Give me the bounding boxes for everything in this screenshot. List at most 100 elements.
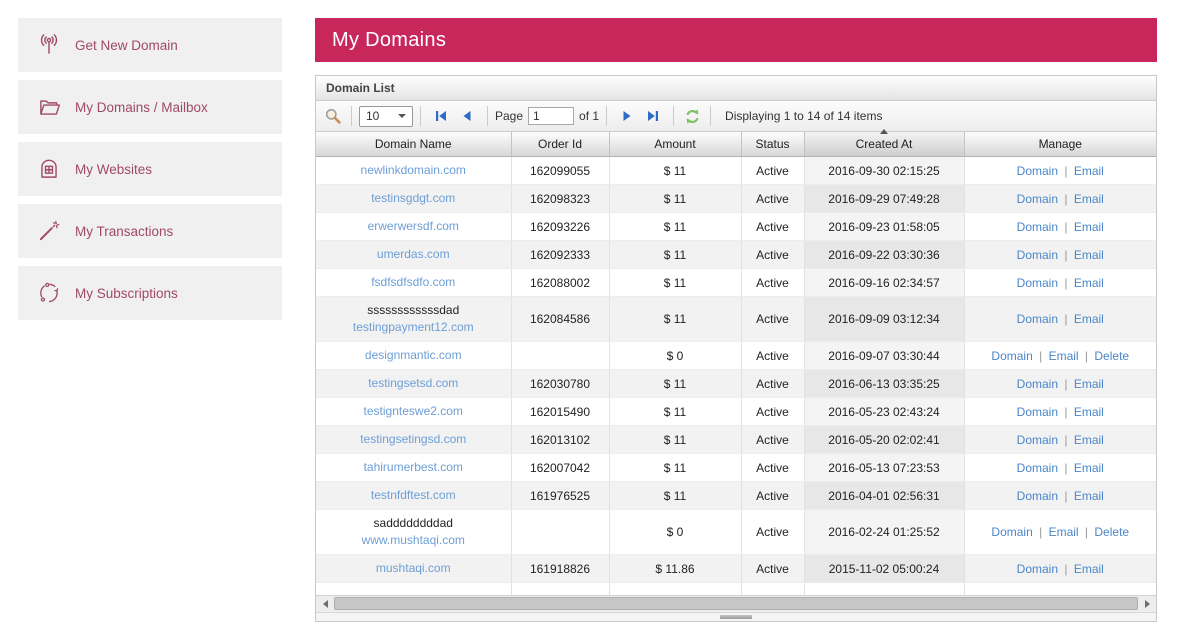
domain-link[interactable]: testingpayment12.com xyxy=(320,319,507,336)
order-id-cell: 162093226 xyxy=(511,213,609,241)
manage-domain-link[interactable]: Domain xyxy=(1017,276,1058,290)
manage-email-link[interactable]: Email xyxy=(1074,461,1104,475)
refresh-button[interactable] xyxy=(681,105,703,127)
sidebar-item-get-new-domain[interactable]: Get New Domain xyxy=(18,18,282,72)
domain-link[interactable]: fsdfsdfsdfo.com xyxy=(320,274,507,291)
manage-email-link[interactable]: Email xyxy=(1074,377,1104,391)
prev-page-button[interactable] xyxy=(456,105,478,127)
manage-email-link[interactable]: Email xyxy=(1074,312,1104,326)
manage-cell: Domain | Email xyxy=(964,482,1156,510)
manage-email-link[interactable]: Email xyxy=(1074,220,1104,234)
first-page-button[interactable] xyxy=(430,105,452,127)
manage-cell: Domain | Email xyxy=(964,454,1156,482)
manage-email-link[interactable]: Email xyxy=(1049,349,1079,363)
manage-domain-link[interactable]: Domain xyxy=(991,349,1032,363)
last-page-button[interactable] xyxy=(642,105,664,127)
triangle-right-icon xyxy=(1145,600,1150,608)
column-header-domain-name[interactable]: Domain Name xyxy=(316,132,511,157)
sidebar-item-my-transactions[interactable]: My Transactions xyxy=(18,204,282,258)
column-header-created-at[interactable]: Created At xyxy=(804,132,964,157)
domain-cell: testnfdftest.com xyxy=(316,482,511,510)
domain-link[interactable]: testinsgdgt.com xyxy=(320,190,507,207)
hscroll-right-button[interactable] xyxy=(1139,596,1155,612)
manage-domain-link[interactable]: Domain xyxy=(1017,377,1058,391)
manage-domain-link[interactable]: Domain xyxy=(1017,248,1058,262)
manage-email-link[interactable]: Email xyxy=(1049,525,1079,539)
created-at-cell: 2016-05-20 02:02:41 xyxy=(804,426,964,454)
created-at-cell: 2016-06-13 03:35:25 xyxy=(804,370,964,398)
manage-email-link[interactable]: Email xyxy=(1074,433,1104,447)
created-at-cell: 2016-09-22 03:30:36 xyxy=(804,241,964,269)
domain-link[interactable]: tahirumerbest.com xyxy=(320,459,507,476)
column-header-order-id[interactable]: Order Id xyxy=(511,132,609,157)
manage-separator: | xyxy=(1061,377,1071,391)
manage-email-link[interactable]: Email xyxy=(1074,192,1104,206)
manage-separator: | xyxy=(1082,525,1092,539)
manage-email-link[interactable]: Email xyxy=(1074,405,1104,419)
manage-email-link[interactable]: Email xyxy=(1074,489,1104,503)
sync-icon xyxy=(36,280,62,306)
stub-cell xyxy=(741,583,804,595)
table-row: umerdas.com162092333$ 11Active2016-09-22… xyxy=(316,241,1156,269)
table-row: saddddddddadwww.mushtaqi.com$ 0Active201… xyxy=(316,510,1156,555)
manage-email-link[interactable]: Email xyxy=(1074,248,1104,262)
domain-link[interactable]: mushtaqi.com xyxy=(320,560,507,577)
page-input[interactable] xyxy=(528,107,574,125)
column-header-status[interactable]: Status xyxy=(741,132,804,157)
status-cell: Active xyxy=(741,297,804,342)
sidebar-item-my-domains-mailbox[interactable]: My Domains / Mailbox xyxy=(18,80,282,134)
manage-domain-link[interactable]: Domain xyxy=(1017,312,1058,326)
domain-link[interactable]: testingsetingsd.com xyxy=(320,431,507,448)
domain-link[interactable]: erwerwersdf.com xyxy=(320,218,507,235)
domain-link[interactable]: www.mushtaqi.com xyxy=(320,532,507,549)
main-content: My Domains Domain List 10 xyxy=(315,18,1157,622)
search-icon xyxy=(324,107,342,125)
manage-domain-link[interactable]: Domain xyxy=(1017,461,1058,475)
domain-link[interactable]: newlinkdomain.com xyxy=(320,162,507,179)
amount-cell: $ 11 xyxy=(609,454,741,482)
next-page-button[interactable] xyxy=(616,105,638,127)
page-size-select[interactable]: 10 xyxy=(359,106,413,127)
stub-row xyxy=(316,583,1156,595)
created-at-cell: 2016-02-24 01:25:52 xyxy=(804,510,964,555)
manage-domain-link[interactable]: Domain xyxy=(1017,489,1058,503)
search-button[interactable] xyxy=(322,105,344,127)
manage-separator: | xyxy=(1036,525,1046,539)
sidebar-item-my-subscriptions[interactable]: My Subscriptions xyxy=(18,266,282,320)
manage-email-link[interactable]: Email xyxy=(1074,164,1104,178)
manage-email-link[interactable]: Email xyxy=(1074,562,1104,576)
prev-page-icon xyxy=(459,108,475,124)
status-cell: Active xyxy=(741,370,804,398)
status-cell: Active xyxy=(741,482,804,510)
manage-domain-link[interactable]: Domain xyxy=(1017,164,1058,178)
domain-link[interactable]: umerdas.com xyxy=(320,246,507,263)
resize-grip[interactable] xyxy=(720,615,752,619)
manage-delete-link[interactable]: Delete xyxy=(1094,525,1129,539)
sidebar-item-my-websites[interactable]: My Websites xyxy=(18,142,282,196)
manage-separator: | xyxy=(1061,461,1071,475)
domain-link[interactable]: testingsetsd.com xyxy=(320,375,507,392)
hscroll-left-button[interactable] xyxy=(317,596,333,612)
amount-cell: $ 11 xyxy=(609,269,741,297)
domain-link[interactable]: testignteswe2.com xyxy=(320,403,507,420)
manage-domain-link[interactable]: Domain xyxy=(1017,562,1058,576)
manage-separator: | xyxy=(1061,562,1071,576)
manage-domain-link[interactable]: Domain xyxy=(1017,220,1058,234)
manage-domain-link[interactable]: Domain xyxy=(1017,192,1058,206)
manage-domain-link[interactable]: Domain xyxy=(991,525,1032,539)
manage-domain-link[interactable]: Domain xyxy=(1017,433,1058,447)
domain-link[interactable]: testnfdftest.com xyxy=(320,487,507,504)
created-at-cell: 2016-09-30 02:15:25 xyxy=(804,157,964,185)
manage-email-link[interactable]: Email xyxy=(1074,276,1104,290)
horizontal-scrollbar[interactable] xyxy=(316,595,1156,612)
domain-table: Domain NameOrder IdAmountStatusCreated A… xyxy=(316,132,1156,595)
antenna-icon xyxy=(36,32,62,58)
page-size-value: 10 xyxy=(366,109,379,123)
column-header-manage[interactable]: Manage xyxy=(964,132,1156,157)
domain-link[interactable]: designmantic.com xyxy=(320,347,507,364)
column-header-amount[interactable]: Amount xyxy=(609,132,741,157)
manage-delete-link[interactable]: Delete xyxy=(1094,349,1129,363)
hscroll-thumb[interactable] xyxy=(334,597,1138,610)
toolbar-separator xyxy=(710,106,711,126)
manage-domain-link[interactable]: Domain xyxy=(1017,405,1058,419)
